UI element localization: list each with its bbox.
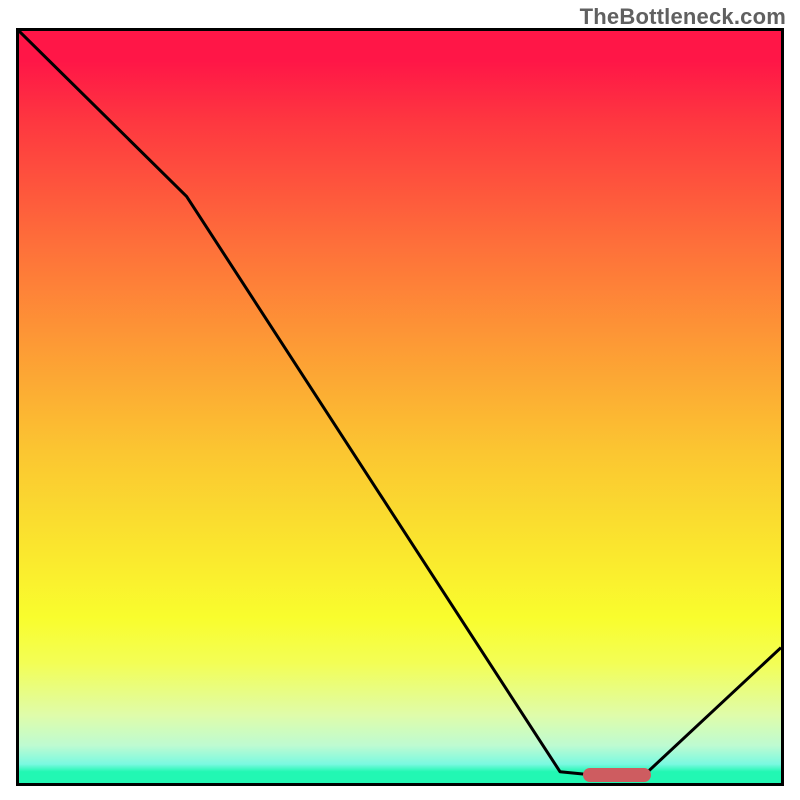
plot-frame — [16, 28, 784, 786]
curve-layer — [19, 31, 781, 783]
watermark-text: TheBottleneck.com — [580, 4, 786, 30]
chart-container: TheBottleneck.com — [0, 0, 800, 800]
bottleneck-curve — [19, 31, 781, 776]
optimum-marker — [583, 768, 652, 782]
